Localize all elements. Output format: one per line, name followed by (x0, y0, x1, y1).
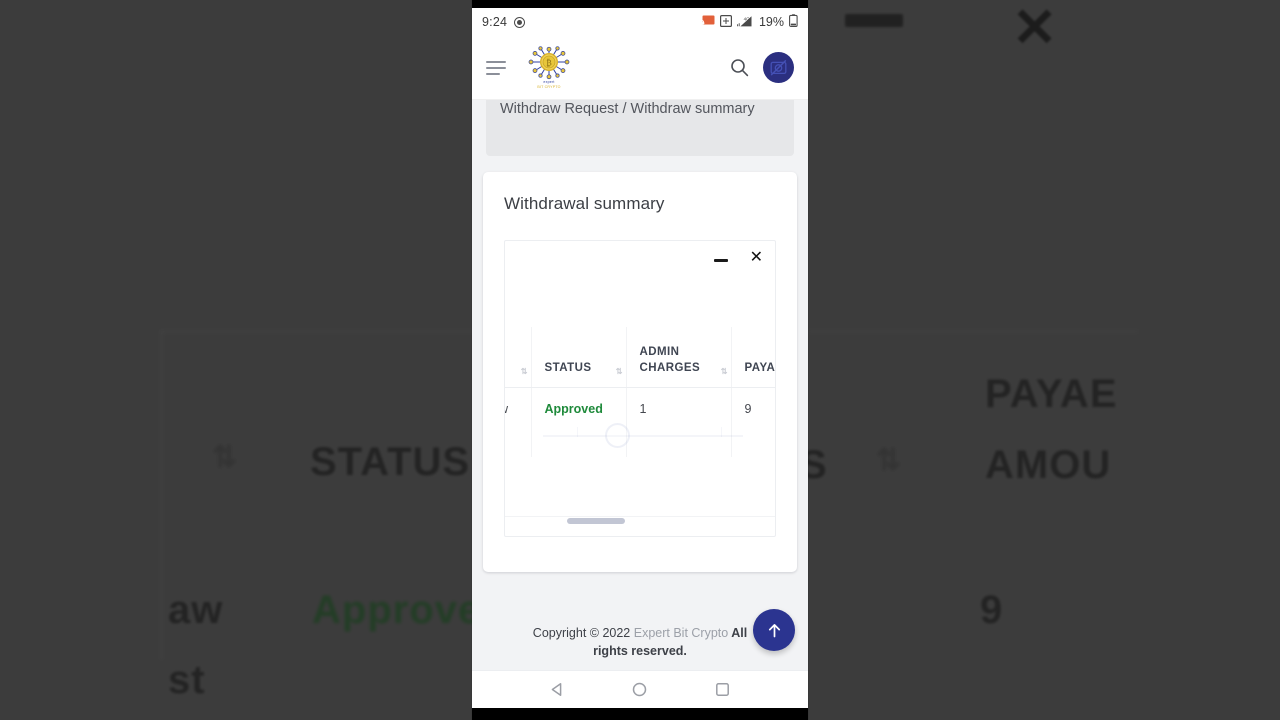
withdrawal-table: ⇅ STATUS ⇅ ADMIN CHARGES ⇅ PAYA Approved… (505, 327, 775, 457)
backdrop-panel-edge-right (808, 330, 1138, 333)
search-icon[interactable] (730, 58, 749, 77)
backdrop-text-amou: AMOU (985, 443, 1112, 487)
backdrop-text-status: STATUS (310, 440, 471, 484)
cell-payable-amount: 9 (731, 387, 775, 457)
nav-back-button[interactable] (549, 681, 566, 698)
cell-admin-charges: 1 (626, 387, 732, 457)
android-status-bar: 9:24 4G 19% (472, 8, 808, 36)
backdrop-sort-icon-2: ⇅ (876, 444, 903, 477)
backdrop-text-aw: aw (168, 588, 224, 632)
status-bar-icons: 4G 19% (702, 14, 798, 30)
back-triangle-icon (551, 683, 562, 696)
nav-recents-button[interactable] (714, 681, 731, 698)
breadcrumb: Withdraw Request / Withdraw summary (486, 100, 794, 156)
svg-text:4G: 4G (744, 16, 751, 21)
column-header-admin-charges[interactable]: ADMIN CHARGES ⇅ (626, 327, 732, 388)
android-nav-bar (472, 670, 808, 708)
cast-icon (702, 15, 715, 29)
logo-caption-line2: BIT CRYPTO (537, 84, 561, 89)
nav-home-button[interactable] (631, 681, 648, 698)
logo-caption: expert BIT CRYPTO (537, 80, 560, 89)
footer-copyright-prefix: Copyright © 2022 (532, 626, 634, 640)
page-body: Withdraw Request / Withdraw summary With… (472, 100, 808, 708)
app-header-actions (730, 52, 794, 83)
backdrop-sort-icon-1: ⇅ (212, 441, 239, 474)
backdrop-minimize-dash (845, 14, 903, 27)
backdrop-text-approved: Approve (312, 588, 482, 632)
column-header-status-label: STATUS (544, 361, 592, 374)
backdrop-panel-edge-top (160, 330, 480, 333)
cell-reference: aw st (505, 387, 532, 457)
panel-window-controls: ✕ (713, 247, 763, 265)
battery-icon (789, 14, 798, 30)
backdrop-close-x: ✕ (1012, 0, 1058, 58)
battery-percent-label: 19% (758, 15, 784, 29)
screenshot-icon (719, 14, 732, 30)
close-icon[interactable]: ✕ (750, 249, 763, 265)
screen-record-icon (514, 16, 526, 28)
table-header-row: ⇅ STATUS ⇅ ADMIN CHARGES ⇅ PAYA (505, 327, 776, 388)
table-scroll-viewport[interactable]: ⇅ STATUS ⇅ ADMIN CHARGES ⇅ PAYA Approved… (505, 327, 775, 527)
avatar[interactable] (763, 52, 794, 83)
device-bezel-top (472, 0, 808, 8)
home-circle-icon (633, 682, 647, 697)
backdrop-text-nine: 9 (980, 588, 1004, 632)
backdrop-text-payae: PAYAE (985, 372, 1118, 416)
recents-square-icon (716, 683, 730, 696)
status-bar-clock: 9:24 (482, 15, 508, 29)
app-logo[interactable]: ₿ expert BIT CRYPTO (520, 43, 578, 93)
hamburger-menu-icon[interactable] (486, 60, 506, 75)
svg-text:₿: ₿ (546, 58, 552, 68)
screenshot-root: ✕ STATUS S PAYAE AMOU ⇅ ⇅ aw st Approve … (0, 0, 1280, 720)
backdrop-text-st: st (168, 658, 206, 702)
page-title: Withdrawal summary (504, 194, 665, 213)
crypto-network-logo-icon: ₿ (528, 46, 570, 80)
arrow-up-icon (768, 623, 780, 637)
table-row[interactable]: aw st Approved 1 9 (505, 387, 775, 457)
withdrawal-summary-card: Withdrawal summary ✕ ⇅ STATUS ⇅ ADMIN CH… (483, 172, 797, 572)
column-header-admin-charges-label: ADMIN CHARGES (639, 346, 701, 374)
sort-icon-admin-charges[interactable]: ⇅ (721, 367, 728, 376)
app-header: ₿ expert BIT CRYPTO (472, 36, 808, 100)
phone-viewport: 9:24 4G 19% ₿ expert BIT CRYPTO Withdraw… (472, 0, 808, 720)
signal-4g-icon: 4G (737, 15, 753, 30)
status-badge: Approved (531, 387, 627, 457)
column-header-payable-amount[interactable]: PAYAE AMOU (731, 327, 776, 388)
horizontal-scrollbar[interactable] (505, 516, 775, 524)
sort-icon-reference[interactable]: ⇅ (521, 367, 528, 376)
column-header-reference[interactable]: ⇅ (505, 327, 532, 388)
backdrop-panel-edge-left (160, 330, 163, 660)
table-panel: ✕ ⇅ STATUS ⇅ ADMIN CHARGES ⇅ PAYA Approv… (504, 240, 776, 537)
footer-brand: Expert Bit Crypto (633, 626, 729, 640)
column-header-status[interactable]: STATUS ⇅ (531, 327, 627, 388)
minimize-icon[interactable] (713, 259, 728, 262)
device-bezel-bottom (472, 708, 808, 720)
breadcrumb-text: Withdraw Request / Withdraw summary (500, 101, 755, 117)
sort-icon-status[interactable]: ⇅ (616, 367, 623, 376)
scroll-to-top-button[interactable] (753, 609, 795, 651)
horizontal-scrollbar-thumb[interactable] (567, 518, 625, 524)
no-image-avatar-icon (770, 60, 787, 76)
column-header-payable-amount-label: PAYAE AMOU (744, 361, 776, 374)
